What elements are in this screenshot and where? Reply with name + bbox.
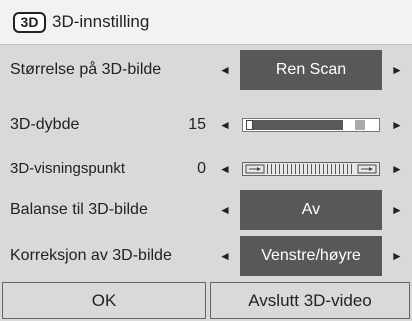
row-3d-image-size[interactable]: Størrelse på 3D-bilde ◄ Ren Scan ►	[0, 48, 412, 92]
slider-knob[interactable]	[246, 120, 253, 130]
value-box[interactable]: Ren Scan	[240, 50, 382, 90]
left-arrow-icon[interactable]: ◄	[212, 103, 238, 147]
left-arrow-icon[interactable]: ◄	[212, 147, 238, 191]
right-arrow-icon[interactable]: ►	[384, 234, 410, 278]
dialog-header: 3D 3D-innstilling	[0, 0, 412, 45]
right-arrow-icon[interactable]: ►	[384, 188, 410, 232]
right-arrow-icon[interactable]: ►	[384, 48, 410, 92]
slider-end-icon	[355, 120, 365, 130]
row-3d-correction[interactable]: Korreksjon av 3D-bilde ◄ Venstre/høyre ►	[0, 234, 412, 278]
right-eye-icon	[357, 164, 377, 174]
dialog-title: 3D-innstilling	[52, 12, 150, 31]
row-label: Korreksjon av 3D-bilde	[10, 247, 172, 264]
row-label: 3D-dybde	[10, 116, 80, 133]
value-box[interactable]: Venstre/høyre	[240, 236, 382, 276]
ok-button[interactable]: OK	[2, 282, 206, 319]
exit-3d-video-button[interactable]: Avslutt 3D-video	[210, 282, 410, 319]
slider-fill	[253, 120, 343, 130]
right-arrow-icon[interactable]: ►	[384, 147, 410, 191]
row-label: Størrelse på 3D-bilde	[10, 61, 162, 78]
left-arrow-icon[interactable]: ◄	[212, 188, 238, 232]
row-3d-balance[interactable]: Balanse til 3D-bilde ◄ Av ►	[0, 188, 412, 232]
row-3d-viewpoint[interactable]: 3D-visningspunkt 0 ◄ ►	[0, 147, 412, 191]
3d-logo-text: 3D	[20, 14, 39, 30]
viewpoint-value: 0	[197, 160, 206, 177]
left-arrow-icon[interactable]: ◄	[212, 234, 238, 278]
left-eye-icon	[245, 164, 265, 174]
row-label: 3D-visningspunkt	[10, 160, 126, 177]
row-3d-depth[interactable]: 3D-dybde 15 ◄ ►	[0, 103, 412, 147]
viewpoint-ticks	[267, 164, 355, 174]
depth-value: 15	[188, 116, 206, 133]
right-arrow-icon[interactable]: ►	[384, 103, 410, 147]
button-bar: OK Avslutt 3D-video	[0, 282, 412, 321]
3d-logo-icon: 3D	[13, 11, 46, 33]
value-box[interactable]: Av	[240, 190, 382, 230]
settings-dialog: 3D 3D-innstilling Størrelse på 3D-bilde …	[0, 0, 412, 321]
left-arrow-icon[interactable]: ◄	[212, 48, 238, 92]
row-label: Balanse til 3D-bilde	[10, 201, 148, 218]
viewpoint-slider[interactable]	[242, 162, 380, 176]
depth-slider[interactable]	[242, 118, 380, 132]
